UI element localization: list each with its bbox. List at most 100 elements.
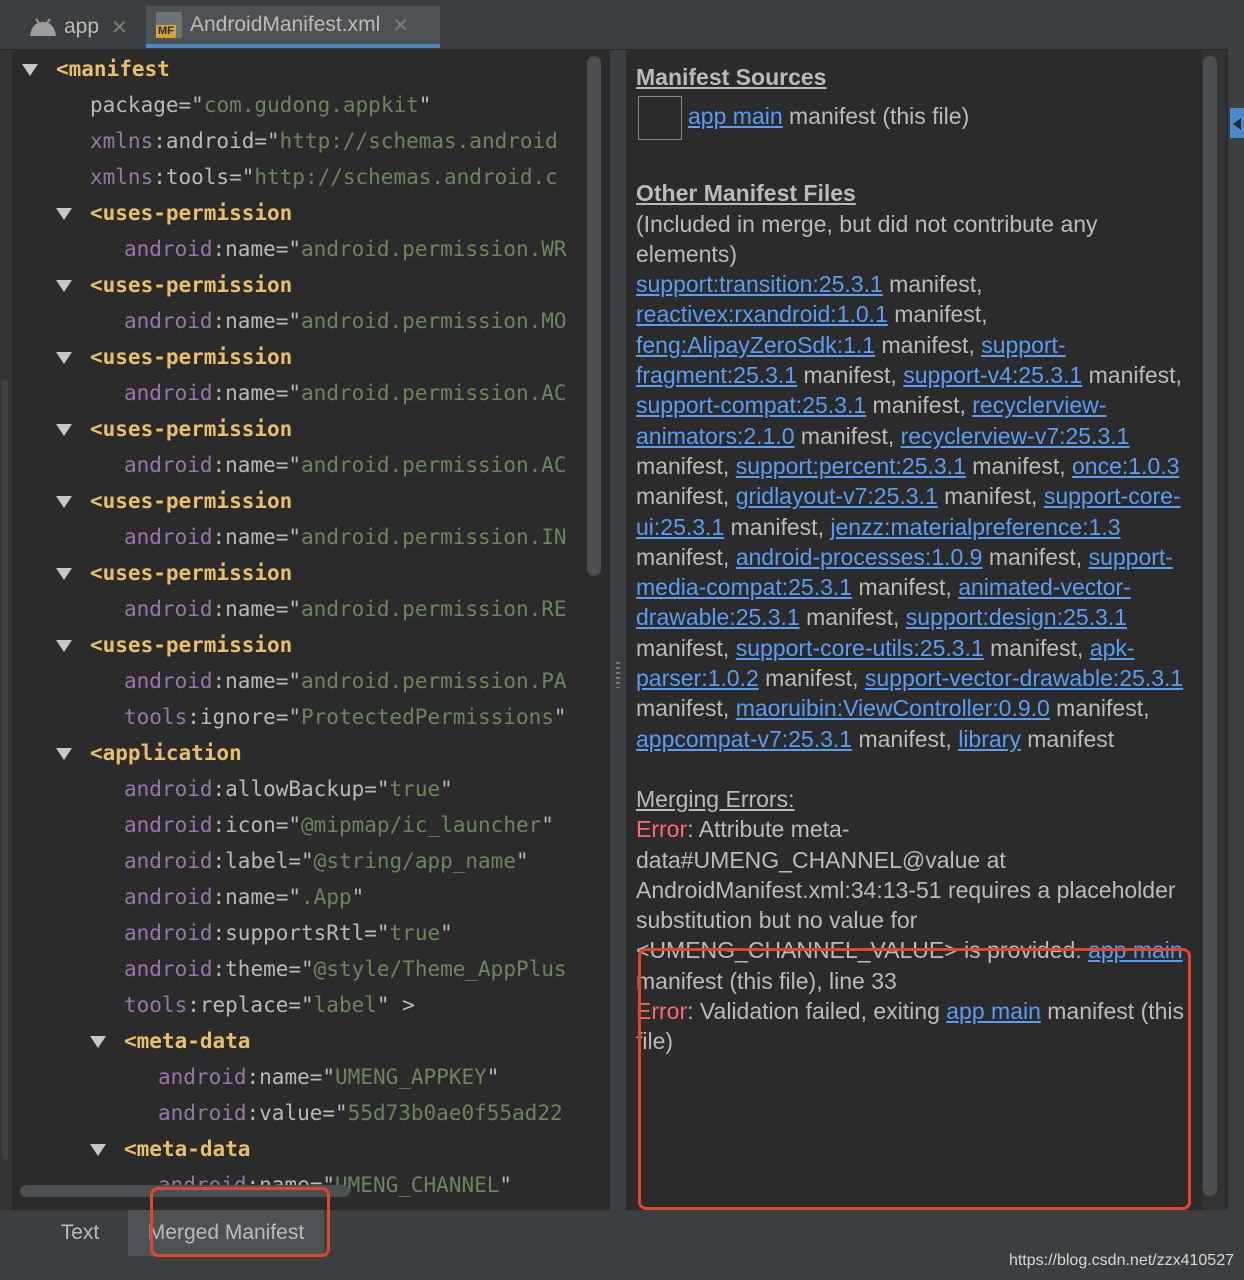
code-token: " > <box>376 993 415 1017</box>
tab-label: AndroidManifest.xml <box>190 13 381 36</box>
library-manifest-link[interactable]: support:transition:25.3.1 <box>636 271 883 297</box>
expand-toggle-icon[interactable] <box>56 568 72 580</box>
library-manifest-link[interactable]: support:design:25.3.1 <box>906 604 1127 630</box>
expand-toggle-icon[interactable] <box>90 1036 106 1048</box>
code-token: :supportsRtl=" <box>212 921 390 945</box>
code-token: :name=" <box>212 597 302 621</box>
close-icon[interactable]: ✕ <box>392 13 409 38</box>
code-token: com.gudong.appkit <box>203 93 419 117</box>
manifest-suffix: manifest, <box>758 665 865 692</box>
pane-splitter[interactable] <box>610 50 626 1210</box>
code-token: tools <box>124 993 188 1017</box>
code-token: android.permission.PA <box>301 669 567 693</box>
manifest-source-row: app main manifest (this file) <box>636 96 1192 141</box>
library-manifest-link[interactable]: android-processes:1.0.9 <box>736 544 983 570</box>
code-token: :name=" <box>212 237 302 261</box>
code-token: android <box>124 597 213 621</box>
merging-errors-heading: Merging Errors: <box>636 785 795 812</box>
manifest-suffix: manifest, <box>965 452 1072 479</box>
merged-manifest-highlight-box <box>150 1187 330 1257</box>
code-line: android:icon="@mipmap/ic_launcher" <box>124 807 554 843</box>
code-line: <uses-permission <box>56 267 292 303</box>
expand-toggle-icon[interactable] <box>56 208 72 220</box>
code-token: label <box>313 993 377 1017</box>
tab-text[interactable]: Text <box>32 1210 128 1256</box>
code-line: <meta-data <box>90 1023 250 1059</box>
manifest-suffix: manifest, <box>794 422 901 449</box>
tab-app[interactable]: app ✕ <box>18 6 144 48</box>
expand-toggle-icon[interactable] <box>56 352 72 364</box>
code-line: android:name="UMENG_APPKEY" <box>158 1059 499 1095</box>
manifest-suffix: manifest, <box>852 574 959 601</box>
code-token: http://schemas.android.c <box>254 165 558 189</box>
code-line: android:allowBackup="true" <box>124 771 453 807</box>
code-token: android <box>124 237 213 261</box>
expand-toggle-icon[interactable] <box>22 64 38 76</box>
close-icon[interactable]: ✕ <box>111 15 128 40</box>
expand-toggle-icon[interactable] <box>90 1144 106 1156</box>
manifest-suffix: manifest, <box>866 392 973 419</box>
library-manifest-link[interactable]: library <box>958 726 1021 752</box>
library-manifest-link[interactable]: support-vector-drawable:25.3.1 <box>865 665 1183 691</box>
library-manifest-link[interactable]: support-v4:25.3.1 <box>903 362 1082 388</box>
code-line: <uses-permission <box>56 339 292 375</box>
expand-toggle-icon[interactable] <box>56 640 72 652</box>
library-manifest-link[interactable]: feng:AlipayZeroSdk:1.1 <box>636 332 875 358</box>
code-line: android:name="android.permission.AC <box>124 375 567 411</box>
library-manifest-link[interactable]: recyclerview-v7:25.3.1 <box>901 423 1130 449</box>
code-line: <uses-permission <box>56 627 292 663</box>
splitter-grip[interactable] <box>616 662 620 688</box>
library-manifest-link[interactable]: support:percent:25.3.1 <box>736 453 966 479</box>
code-token: " <box>351 885 365 909</box>
expand-toggle-icon[interactable] <box>56 496 72 508</box>
info-vertical-scrollbar[interactable] <box>1203 56 1217 1196</box>
code-line: android:name="android.permission.IN <box>124 519 567 555</box>
code-token: android <box>124 525 213 549</box>
expand-toggle-icon[interactable] <box>56 280 72 292</box>
code-line: <manifest <box>22 51 170 87</box>
merged-manifest-tree[interactable]: <manifest package="com.gudong.appkit" xmln… <box>12 50 610 1200</box>
code-token: " <box>418 93 432 117</box>
manifest-sources-heading: Manifest Sources <box>636 64 827 90</box>
collapse-arrow-icon[interactable] <box>1233 118 1241 130</box>
code-vertical-scrollbar[interactable] <box>587 56 601 576</box>
library-manifest-link[interactable]: reactivex:rxandroid:1.0.1 <box>636 301 888 327</box>
library-manifest-link[interactable]: jenzz:materialpreference:1.3 <box>830 514 1120 540</box>
library-manifest-link[interactable]: support-core-utils:25.3.1 <box>736 635 984 661</box>
code-token: <uses-permission <box>90 417 293 441</box>
manifest-suffix: manifest, <box>636 543 736 570</box>
code-token: @style/Theme_AppPlus <box>313 957 567 981</box>
editor-tab-bar: app ✕ MF AndroidManifest.xml ✕ <box>0 0 1244 50</box>
code-token: @mipmap/ic_launcher <box>301 813 542 837</box>
code-line: <uses-permission <box>56 483 292 519</box>
expand-toggle-icon[interactable] <box>56 748 72 760</box>
library-manifest-link[interactable]: appcompat-v7:25.3.1 <box>636 726 852 752</box>
code-token: android <box>124 381 213 405</box>
file-type-badge: MF <box>156 25 176 38</box>
manifest-suffix: manifest, <box>875 331 982 358</box>
code-token: android <box>124 777 213 801</box>
code-token: xmlns <box>90 165 154 189</box>
code-token: android.permission.AC <box>301 381 567 405</box>
library-manifest-link[interactable]: maoruibin:ViewController:0.9.0 <box>736 695 1050 721</box>
code-line: android:value="55d73b0ae0f55ad22 <box>158 1095 563 1131</box>
code-token: android <box>124 813 213 837</box>
library-manifest-link[interactable]: gridlayout-v7:25.3.1 <box>736 483 938 509</box>
android-icon <box>30 18 56 36</box>
code-token: <uses-permission <box>90 561 293 585</box>
library-manifest-link[interactable]: once:1.0.3 <box>1072 453 1179 479</box>
app-main-link[interactable]: app main <box>688 103 783 129</box>
code-token: true <box>389 921 441 945</box>
tab-androidmanifest[interactable]: MF AndroidManifest.xml ✕ <box>146 6 440 48</box>
code-line: android:label="@string/app_name" <box>124 843 529 879</box>
left-tool-strip <box>0 50 12 1210</box>
manifest-suffix: manifest, <box>799 604 906 631</box>
library-manifest-link[interactable]: support-compat:25.3.1 <box>636 392 866 418</box>
manifest-suffix: manifest, <box>1082 362 1182 389</box>
code-token: http://schemas.android <box>279 129 558 153</box>
expand-toggle-icon[interactable] <box>56 424 72 436</box>
manifest-suffix: manifest, <box>636 483 736 510</box>
right-tool-strip <box>1228 0 1244 1280</box>
source-color-swatch <box>638 96 682 141</box>
code-line: package="com.gudong.appkit" <box>90 87 431 123</box>
